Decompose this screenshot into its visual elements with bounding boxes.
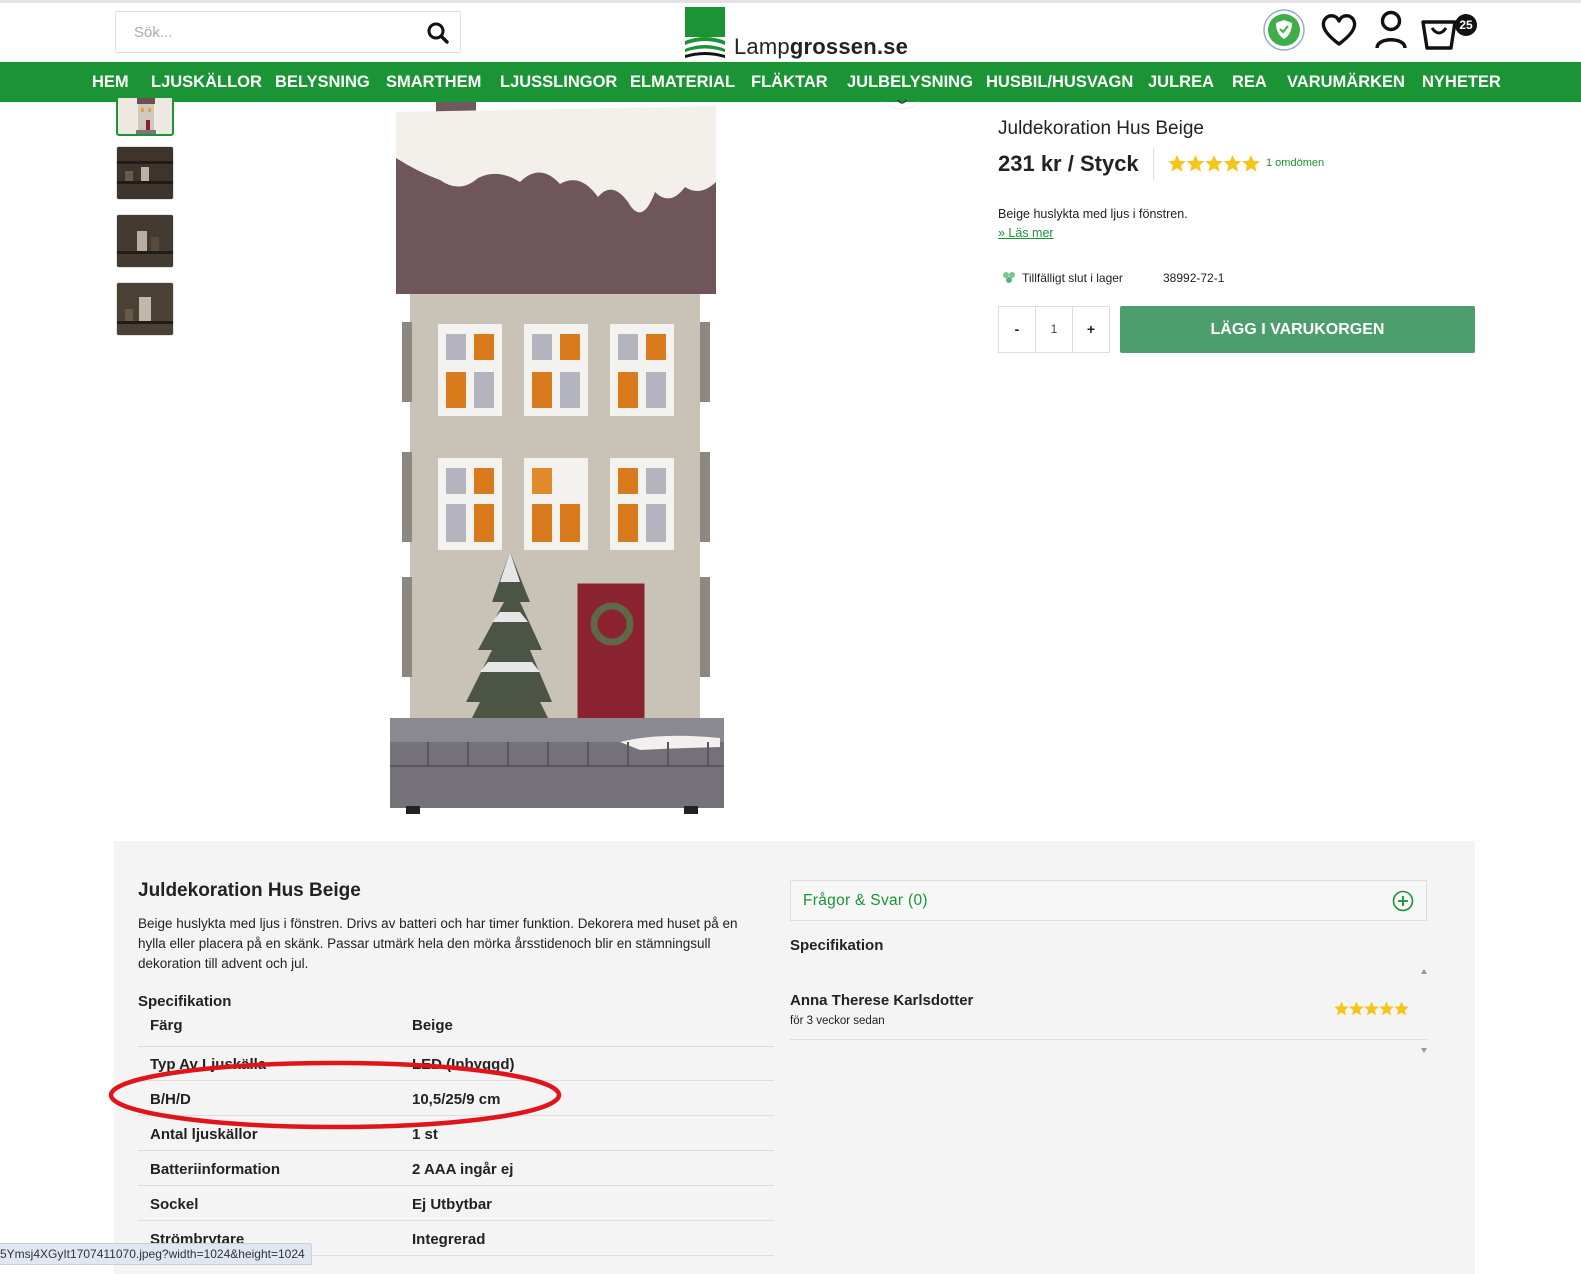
thumbnail-1[interactable] [116, 96, 174, 136]
product-title: Juldekoration Hus Beige [998, 118, 1204, 139]
trygg-e-handel-badge-icon[interactable] [1262, 8, 1306, 52]
reviewer-name: Anna Therese Karlsdotter [790, 992, 974, 1009]
thumbnail-house-image [136, 98, 156, 134]
review-stars-icon [1334, 1001, 1409, 1016]
search-box[interactable] [115, 11, 461, 53]
expand-plus-icon[interactable] [1392, 890, 1414, 912]
nav-item-ljusslingor[interactable]: LJUSSLINGOR [500, 62, 617, 102]
quantity-plus-button[interactable]: + [1073, 307, 1109, 352]
details-title: Juldekoration Hus Beige [138, 880, 361, 901]
top-border [0, 0, 1581, 3]
stock-status-text: Tillfälligt slut i lager [1022, 271, 1123, 285]
read-more-link[interactable]: » Läs mer [998, 226, 1054, 240]
rating-stars-icon[interactable] [1168, 154, 1260, 174]
nav-item-nyheter[interactable]: NYHETER [1422, 62, 1501, 102]
thumbnail-2[interactable] [116, 146, 174, 200]
quantity-input[interactable]: 1 [1035, 307, 1073, 352]
faq-accordion[interactable]: Frågor & Svar (0) [790, 880, 1427, 921]
search-icon[interactable] [426, 21, 450, 45]
nav-item-smarthem[interactable]: SMARTHEM [386, 62, 481, 102]
spec-row-dimensions: B/H/D 10,5/25/9 cm [138, 1082, 774, 1116]
cart-count-badge: 25 [1455, 14, 1477, 36]
nav-item-varumarken[interactable]: VARUMÄRKEN [1287, 62, 1405, 102]
review-time: för 3 veckor sedan [790, 1015, 885, 1027]
search-input[interactable] [116, 12, 434, 52]
thumbnail-shelf-image [117, 283, 173, 335]
cart-icon[interactable] [1420, 12, 1458, 50]
right-spec-heading: Specifikation [790, 937, 884, 954]
nav-item-elmaterial[interactable]: ELMATERIAL [630, 62, 735, 102]
brand-name: Lampgrossen.se [734, 34, 909, 59]
short-description: Beige huslykta med ljus i fönstren. [998, 207, 1188, 221]
logo-mark-icon [685, 7, 725, 58]
quantity-minus-button[interactable]: - [999, 307, 1035, 352]
site-logo[interactable]: Lampgrossen.se [684, 7, 914, 59]
stock-status-icon [1003, 272, 1015, 283]
thumbnail-shelf-image [117, 215, 173, 267]
wishlist-heart-icon[interactable] [884, 96, 920, 120]
heart-icon[interactable] [1320, 12, 1358, 48]
nav-item-rea[interactable]: REA [1232, 62, 1267, 102]
spec-row: Antal ljuskällor 1 st [138, 1117, 774, 1151]
browser-status-bar: 5Ymsj4XGyIt1707411070.jpeg?width=1024&he… [0, 1243, 312, 1265]
product-price: 231 kr / Styck [998, 151, 1139, 176]
review-item: Anna Therese Karlsdotter för 3 veckor se… [790, 965, 1427, 1040]
add-to-cart-button[interactable]: LÄGG I VARUKORGEN [1120, 306, 1475, 353]
product-details-section: Juldekoration Hus Beige Beige huslykta m… [114, 841, 1475, 1274]
nav-item-husbil-husvagn[interactable]: HUSBIL/HUSVAGN [986, 62, 1133, 102]
thumbnail-shelf-image [117, 147, 173, 199]
nav-item-belysning[interactable]: BELYSNING [275, 62, 370, 102]
review-scrollbar[interactable] [1420, 968, 1428, 1054]
price-divider [1153, 148, 1154, 180]
thumbnail-4[interactable] [116, 282, 174, 336]
quantity-stepper: - 1 + [998, 306, 1110, 353]
nav-item-julrea[interactable]: JULREA [1148, 62, 1214, 102]
product-image [390, 102, 724, 814]
spec-heading: Specifikation [138, 993, 232, 1010]
product-sku: 38992-72-1 [1163, 271, 1225, 285]
reviews-link[interactable]: 1 omdömen [1266, 157, 1324, 169]
spec-row: Sockel Ej Utbytbar [138, 1187, 774, 1221]
main-nav: HEM LJUSKÄLLOR BELYSNING SMARTHEM LJUSSL… [0, 62, 1581, 102]
spec-row: Batteriinformation 2 AAA ingår ej [138, 1152, 774, 1186]
spec-row: Färg Beige [138, 1013, 774, 1047]
nav-item-flaktar[interactable]: FLÄKTAR [751, 62, 828, 102]
header-icons: 25 [1262, 8, 1482, 56]
thumbnail-3[interactable] [116, 214, 174, 268]
user-icon[interactable] [1374, 10, 1408, 50]
spec-row: Typ Av Ljuskälla LED (Inbyggd) [138, 1047, 774, 1081]
details-description: Beige huslykta med ljus i fönstren. Driv… [138, 916, 738, 971]
faq-label: Frågor & Svar (0) [803, 892, 928, 909]
